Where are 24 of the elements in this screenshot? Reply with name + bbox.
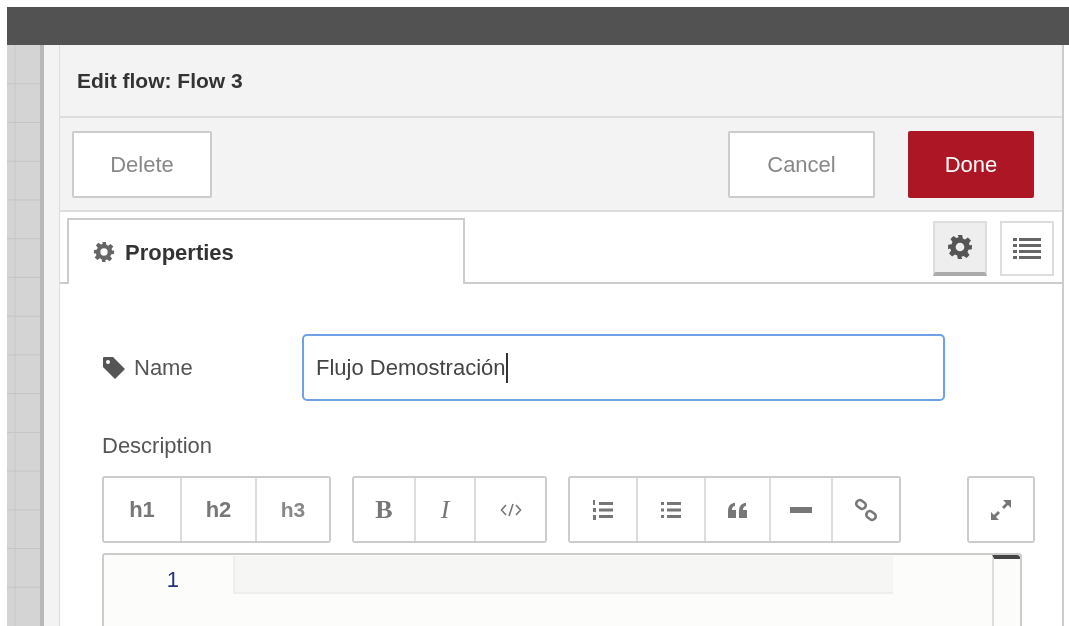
panel-title: Edit flow: Flow 3 [77,67,243,94]
list-icon [1013,237,1041,259]
gear-icon [93,241,115,263]
settings-tab[interactable] [933,220,987,276]
description-label: Description [102,432,214,460]
expand-icon [990,498,1012,521]
tag-icon [102,355,126,380]
delete-button[interactable]: Delete [72,130,212,198]
gear-icon [947,234,973,260]
code-icon [499,501,522,518]
properties-tab[interactable]: Properties [67,218,465,284]
bold-button[interactable]: B [354,478,416,541]
link-icon [854,497,878,522]
description-editor[interactable]: 1 [102,553,1022,626]
done-button[interactable]: Done [908,130,1034,198]
numbered-list-icon [591,497,615,522]
name-input[interactable]: Flujo Demostración [302,334,945,401]
name-label: Name [134,354,193,382]
cancel-button[interactable]: Cancel [728,130,875,198]
heading-button[interactable]: h1 [104,478,182,541]
tab-label: Properties [125,238,234,267]
numbered-list-button[interactable] [570,478,638,541]
list-tab[interactable] [1000,220,1054,276]
line-number: 1 [166,566,179,594]
